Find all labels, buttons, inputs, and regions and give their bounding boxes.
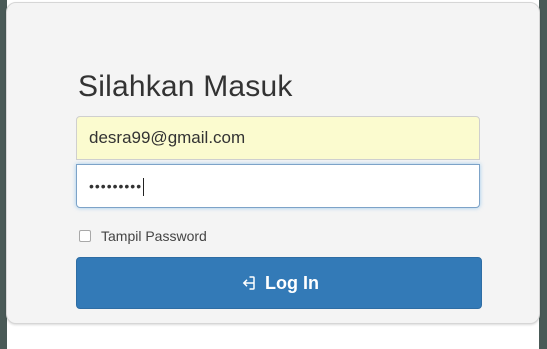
show-password-checkbox[interactable] <box>79 230 91 242</box>
login-icon <box>239 274 257 292</box>
password-value: ••••••••• <box>89 178 143 194</box>
login-label: Log In <box>265 272 319 293</box>
email-value: desra99@gmail.com <box>89 128 246 147</box>
show-password-label: Tampil Password <box>101 228 207 244</box>
email-field[interactable]: desra99@gmail.com <box>76 116 480 160</box>
page-title: Silahkan Masuk <box>78 70 293 103</box>
show-password-option[interactable]: Tampil Password <box>79 228 207 244</box>
login-button[interactable]: Log In <box>76 257 482 309</box>
right-edge-bar <box>539 0 547 349</box>
password-field[interactable]: ••••••••• <box>76 164 480 208</box>
text-cursor <box>143 178 145 197</box>
